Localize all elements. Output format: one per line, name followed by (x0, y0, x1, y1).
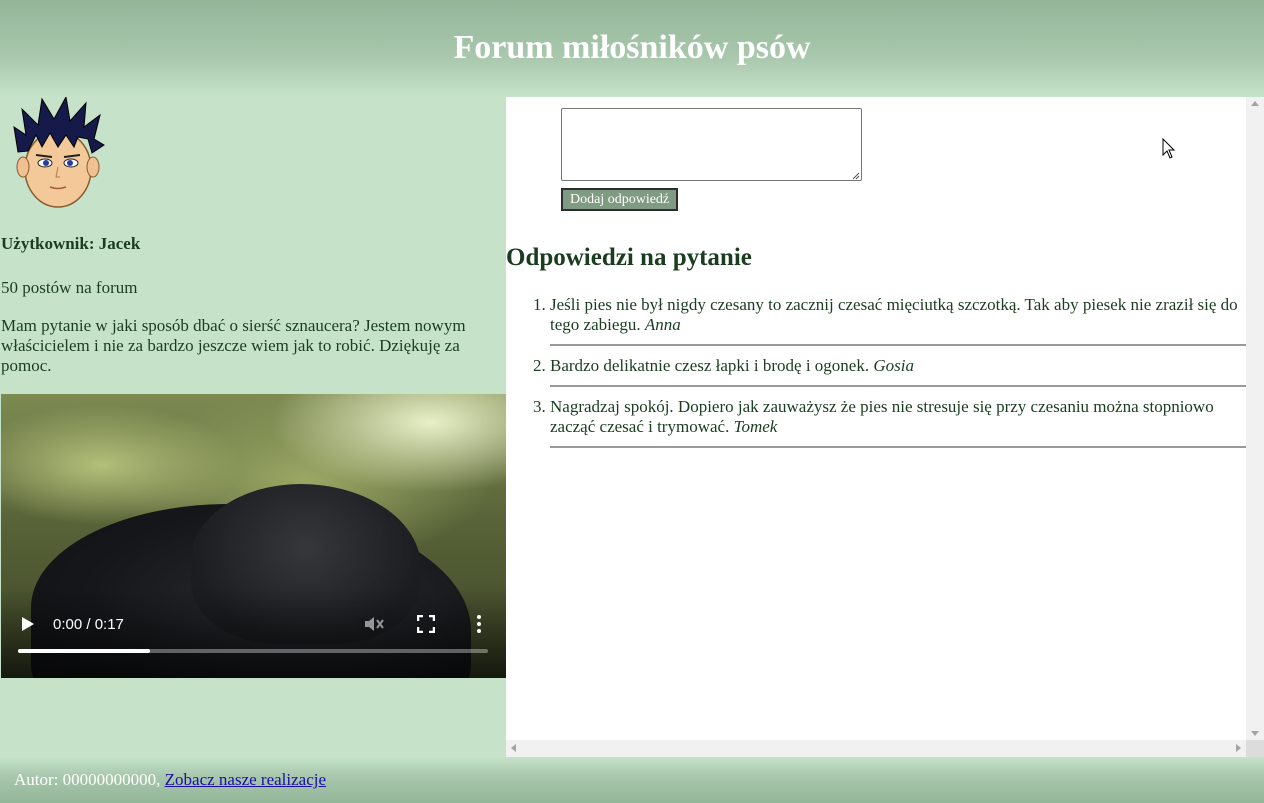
answer-item: Jeśli pies nie był nigdy czesany to zacz… (550, 295, 1246, 346)
scroll-down-icon[interactable] (1251, 731, 1259, 736)
video-player[interactable]: 0:00 / 0:17 (1, 394, 506, 678)
answer-item: Nagradzaj spokój. Dopiero jak zauważysz … (550, 397, 1246, 448)
page-header: Forum miłośników psów (0, 0, 1264, 97)
user-panel: Użytkownik: Jacek 50 postów na forum Mam… (0, 97, 506, 757)
answer-item: Bardzo delikatnie czesz łapki i brodę i … (550, 356, 1246, 387)
video-progress-bar[interactable] (18, 649, 488, 653)
answers-heading: Odpowiedzi na pytanie (506, 244, 752, 271)
question-text: Mam pytanie w jaki sposób dbać o sierść … (1, 316, 466, 375)
scroll-left-icon[interactable] (511, 744, 516, 752)
more-options-icon[interactable] (473, 614, 485, 634)
answer-author: Gosia (873, 356, 914, 375)
footer-author: Autor: 00000000000, (14, 770, 165, 789)
answer-author: Tomek (733, 417, 778, 436)
scroll-right-icon[interactable] (1236, 744, 1241, 752)
user-avatar-icon (13, 97, 105, 208)
reply-textarea[interactable] (561, 108, 862, 181)
horizontal-scrollbar[interactable] (506, 740, 1246, 757)
video-progress-fill (18, 649, 150, 653)
mouse-cursor-icon (1162, 138, 1176, 159)
fullscreen-icon[interactable] (417, 615, 435, 633)
scrollbar-corner (1246, 740, 1264, 757)
vertical-scrollbar[interactable] (1246, 97, 1264, 740)
video-time: 0:00 / 0:17 (53, 616, 124, 633)
page-title: Forum miłośników psów (453, 28, 811, 66)
add-reply-button[interactable]: Dodaj odpowiedź (561, 188, 679, 211)
video-controls-shade (1, 588, 506, 678)
volume-muted-icon[interactable] (363, 614, 385, 634)
answer-text: Bardzo delikatnie czesz łapki i brodę i … (550, 356, 874, 375)
post-count: 50 postów na forum (1, 278, 138, 297)
scroll-up-icon[interactable] (1251, 101, 1259, 106)
page-footer: Autor: 00000000000, Zobacz nasze realiza… (0, 757, 1264, 803)
resize-grip-icon[interactable] (852, 172, 860, 180)
username: Użytkownik: Jacek (1, 234, 141, 253)
answer-author: Anna (644, 315, 681, 334)
portfolio-link[interactable]: Zobacz nasze realizacje (165, 770, 326, 789)
footer-text: Autor: 00000000000, Zobacz nasze realiza… (14, 770, 326, 790)
answers-panel: Dodaj odpowiedź Odpowiedzi na pytanie Je… (506, 97, 1264, 757)
answer-text: Nagradzaj spokój. Dopiero jak zauważysz … (550, 397, 1214, 436)
play-icon[interactable] (21, 616, 35, 632)
answers-list: Jeśli pies nie był nigdy czesany to zacz… (506, 295, 1246, 458)
